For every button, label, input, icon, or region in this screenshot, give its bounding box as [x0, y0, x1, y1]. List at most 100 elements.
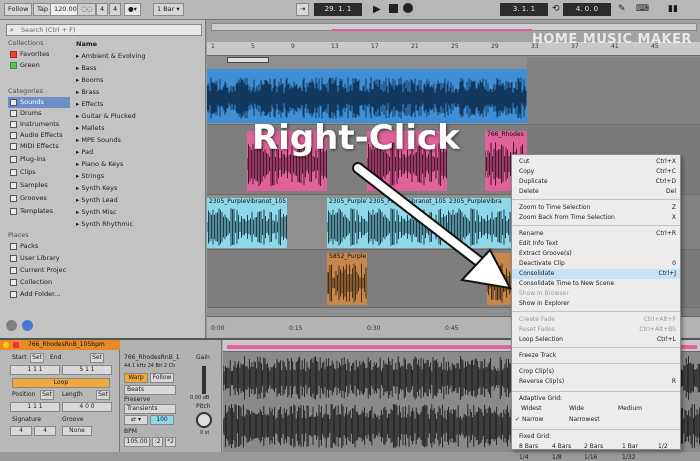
fixed-grid-option[interactable]: 1/4	[519, 454, 529, 461]
groove-select[interactable]: None	[62, 426, 92, 436]
list-item[interactable]: ▸ Strings	[72, 170, 206, 182]
start-set-button[interactable]: Set	[30, 353, 44, 363]
list-item[interactable]: ▸ Piano & Keys	[72, 158, 206, 170]
fixed-grid-option[interactable]: 1/32	[622, 454, 635, 461]
adaptive-grid-narrow[interactable]: ✓ Narrow	[515, 416, 543, 423]
menu-item-rename[interactable]: Rename Ctrl+R	[512, 229, 680, 239]
collection-favorites[interactable]: Favorites	[8, 49, 70, 60]
double-tempo-button[interactable]: *2	[165, 437, 176, 447]
search-input[interactable]: ⌕ Search (Ctrl + F)	[6, 24, 202, 36]
fixed-grid-option[interactable]: 1/8	[552, 454, 562, 461]
category-sounds[interactable]: Sounds	[8, 97, 70, 108]
list-item[interactable]: ▸ Guitar & Plucked	[72, 110, 206, 122]
end-field[interactable]: 5 1 1	[62, 365, 112, 375]
menu-item-show-in-explorer[interactable]: Show in Explorer	[512, 299, 680, 309]
gain-slider[interactable]	[202, 366, 206, 394]
clip-activator-icon[interactable]	[3, 342, 9, 348]
fixed-grid-option[interactable]: 4 Bars	[552, 443, 571, 450]
list-item[interactable]: ▸ MPE Sounds	[72, 134, 206, 146]
category-midi-effects[interactable]: MIDI Effects	[8, 141, 70, 152]
record-quant-icon[interactable]: ●▾	[124, 3, 141, 16]
menu-item-consolidate-time-to-new-scene[interactable]: Consolidate Time to New Scene	[512, 279, 680, 289]
signature-num-field[interactable]: 4	[10, 426, 32, 436]
stop-icon[interactable]	[389, 4, 398, 13]
adaptive-grid-widest[interactable]: Widest	[521, 405, 541, 412]
bpm-field[interactable]: 105.00	[124, 437, 150, 447]
menu-item-edit-info-text[interactable]: Edit Info Text	[512, 239, 680, 249]
list-item[interactable]: ▸ Ambient & Evolving	[72, 50, 206, 62]
loop-start-field[interactable]: 3. 1. 1	[500, 3, 548, 16]
fixed-grid-option[interactable]: 1/2	[658, 443, 668, 450]
list-item[interactable]: ▸ Synth Keys	[72, 182, 206, 194]
list-item[interactable]: ▸ Effects	[72, 98, 206, 110]
follow-button[interactable]: Follow	[4, 3, 33, 16]
list-item[interactable]: ▸ Booms	[72, 74, 206, 86]
place-add-folder[interactable]: Add Folder...	[8, 289, 70, 300]
loop-toggle-icon[interactable]: ⟲	[552, 4, 560, 14]
record-icon[interactable]	[403, 3, 413, 13]
list-item[interactable]: ▸ Synth Lead	[72, 194, 206, 206]
fixed-grid-option[interactable]: 8 Bars	[519, 443, 538, 450]
category-grooves[interactable]: Grooves	[8, 193, 70, 204]
help-icon[interactable]	[22, 320, 33, 331]
category-plug-ins[interactable]: Plug-ins	[8, 154, 70, 165]
loop-brace[interactable]	[227, 57, 269, 63]
adaptive-grid-medium[interactable]: Medium	[618, 405, 642, 412]
menu-item-cut[interactable]: Cut Ctrl+X	[512, 157, 680, 167]
place-user-library[interactable]: User Library	[8, 253, 70, 264]
length-field[interactable]: 4 0 0	[62, 402, 112, 412]
loop-mode-select[interactable]: ⇄ ▾	[124, 415, 148, 425]
fixed-grid-option[interactable]: 1/16	[584, 454, 597, 461]
category-instruments[interactable]: Instruments	[8, 119, 70, 130]
preserve-select[interactable]: Transients	[124, 404, 176, 414]
warp-mode-select[interactable]: Beats	[124, 385, 176, 395]
loop-button[interactable]: Loop	[12, 378, 110, 388]
length-set-button[interactable]: Set	[96, 390, 110, 400]
menu-item-loop-selection[interactable]: Loop Selection Ctrl+L	[512, 335, 680, 345]
signature-numerator[interactable]: 4	[96, 3, 109, 16]
menu-item-zoom-back-from-time-selection[interactable]: Zoom Back from Time Selection X	[512, 213, 680, 223]
play-icon[interactable]: ▶	[373, 4, 381, 15]
menu-item-crop-clip-s[interactable]: Crop Clip(s)	[512, 367, 680, 377]
menu-item-freeze-track[interactable]: Freeze Track	[512, 351, 680, 361]
clip-name[interactable]: 766_RhodesRnB_105bpm	[28, 341, 105, 348]
half-tempo-button[interactable]: :2	[152, 437, 163, 447]
clip-synth-a[interactable]: 2305_PurpleVibranot_105	[207, 198, 287, 248]
category-templates[interactable]: Templates	[8, 206, 70, 217]
fixed-grid-option[interactable]: 1 Bar	[622, 443, 638, 450]
follow-toggle[interactable]: Follow	[150, 373, 174, 383]
menu-item-extract-groove-s[interactable]: Extract Groove(s)	[512, 249, 680, 259]
position-set-button[interactable]: Set	[40, 390, 54, 400]
menu-item-zoom-to-time-selection[interactable]: Zoom to Time Selection Z	[512, 203, 680, 213]
end-set-button[interactable]: Set	[90, 353, 104, 363]
fixed-grid-option[interactable]: 2 Bars	[584, 443, 603, 450]
song-position[interactable]: 29. 1. 1	[314, 3, 362, 16]
adaptive-grid-wide[interactable]: Wide	[569, 405, 584, 412]
menu-item-duplicate[interactable]: Duplicate Ctrl+D	[512, 177, 680, 187]
place-packs[interactable]: Packs	[8, 241, 70, 252]
signature-den-field[interactable]: 4	[34, 426, 56, 436]
category-clips[interactable]: Clips	[8, 167, 70, 178]
overview-bar[interactable]	[211, 23, 697, 31]
list-item[interactable]: ▸ Mallets	[72, 122, 206, 134]
draw-mode-icon[interactable]: ✎	[618, 4, 626, 14]
position-field[interactable]: 1 1 1	[10, 402, 60, 412]
place-current-project[interactable]: Current Projec	[8, 265, 70, 276]
menu-item-reverse-clip-s[interactable]: Reverse Clip(s) R	[512, 377, 680, 387]
preview-toggle-icon[interactable]	[6, 320, 17, 331]
quantize-menu[interactable]: 1 Bar ▾	[153, 3, 184, 16]
list-item[interactable]: ▸ Synth Misc	[72, 206, 206, 218]
keymap-icon[interactable]: ⌨	[636, 4, 649, 14]
follow-arrow-icon[interactable]: ⇥	[296, 3, 310, 16]
warp-button[interactable]: Warp	[124, 373, 148, 383]
list-item[interactable]: ▸ Pad	[72, 146, 206, 158]
menu-item-consolidate[interactable]: Consolidate Ctrl+J	[512, 269, 680, 279]
envelope-field[interactable]: 100	[150, 415, 174, 425]
list-item[interactable]: ▸ Synth Rhythmic	[72, 218, 206, 230]
signature-denominator[interactable]: 4	[109, 3, 122, 16]
collection-green[interactable]: Green	[8, 60, 70, 71]
adaptive-grid-narrowest[interactable]: Narrowest	[569, 416, 600, 423]
menu-item-copy[interactable]: Copy Ctrl+C	[512, 167, 680, 177]
start-field[interactable]: 1 1 1	[10, 365, 60, 375]
clip-blue[interactable]	[207, 69, 527, 123]
